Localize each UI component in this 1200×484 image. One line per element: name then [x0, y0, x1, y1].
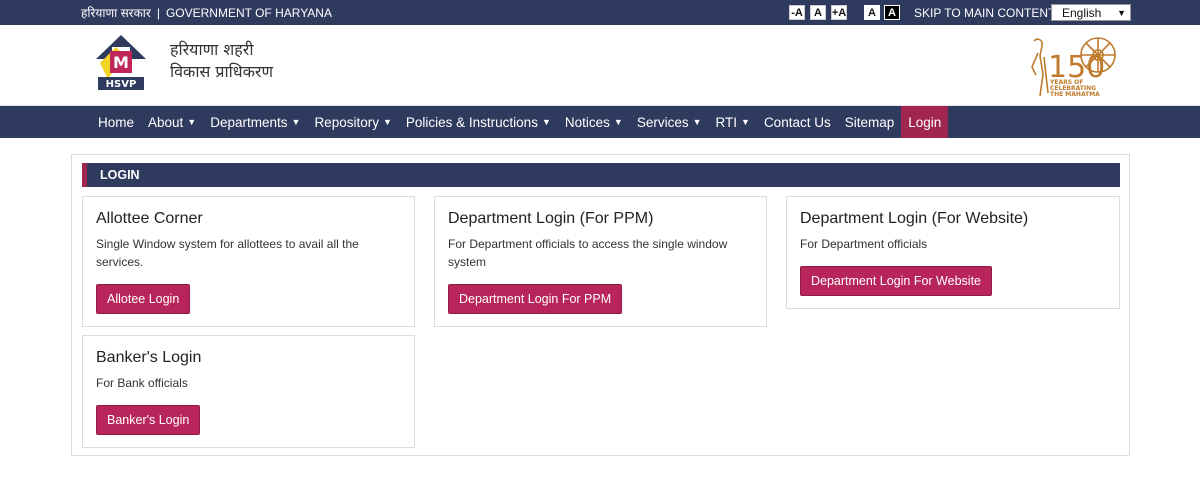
caret-down-icon: ▼: [692, 117, 702, 127]
accessibility-controls: -A A +A A A SKIP TO MAIN CONTENT: [789, 0, 1055, 25]
logo-abbr: HSVP: [106, 79, 137, 90]
site-header: M HSVP हरियाणा शहरी विकास प्राधिकरण 150 …: [0, 25, 1200, 106]
nav-item-repository[interactable]: Repository ▼: [307, 106, 398, 138]
allottee-corner-card: Allottee Corner Single Window system for…: [82, 196, 415, 327]
nav-item-notices[interactable]: Notices ▼: [558, 106, 630, 138]
allottee-login-button[interactable]: Allotee Login: [96, 284, 191, 314]
bankers-login-button[interactable]: Banker's Login: [96, 405, 201, 435]
nav-item-rti[interactable]: RTI ▼: [709, 106, 757, 138]
organization-name-line2: विकास प्राधिकरण: [170, 62, 274, 81]
card-description: For Bank officials: [96, 376, 188, 390]
english-government-label: GOVERNMENT OF HARYANA: [165, 5, 332, 20]
svg-text:THE MAHATMA: THE MAHATMA: [1050, 91, 1100, 98]
department-login-ppm-button[interactable]: Department Login For PPM: [448, 284, 623, 314]
department-ppm-card: Department Login (For PPM) For Departmen…: [434, 196, 767, 327]
nav-items: Home About ▼ Departments ▼ Repository ▼ Pol…: [91, 106, 949, 138]
caret-down-icon: ▼: [291, 117, 301, 127]
skip-to-main-content-link[interactable]: SKIP TO MAIN CONTENT: [914, 6, 1055, 20]
department-website-card: Department Login (For Website) For Depar…: [786, 196, 1120, 309]
organization-name: हरियाणा शहरी विकास प्राधिकरण: [170, 39, 273, 83]
card-description: Single Window system for allottees to av…: [96, 237, 359, 269]
nav-item-login[interactable]: Login: [901, 106, 949, 138]
nav-item-about[interactable]: About ▼: [141, 106, 203, 138]
card-title: Department Login (For PPM): [448, 210, 654, 227]
nav-item-home[interactable]: Home: [91, 106, 141, 138]
card-title: Allottee Corner: [96, 210, 203, 227]
nav-item-policies-instructions[interactable]: Policies & Instructions ▼: [399, 106, 558, 138]
chevron-down-icon: ▼: [1117, 7, 1126, 18]
light-contrast-button[interactable]: A: [864, 5, 880, 20]
nav-item-contact-us[interactable]: Contact Us: [757, 106, 838, 138]
organization-name-line1: हरियाणा शहरी: [170, 40, 254, 59]
nav-item-departments[interactable]: Departments ▼: [203, 106, 307, 138]
svg-text:M: M: [113, 53, 129, 72]
caret-down-icon: ▼: [382, 117, 392, 127]
caret-down-icon: ▼: [187, 117, 197, 127]
hsvp-logo-icon[interactable]: M HSVP: [94, 33, 149, 93]
government-label: हरियाणा सरकार | GOVERNMENT OF HARYANA: [81, 0, 332, 25]
hindi-government-label: हरियाणा सरकार: [81, 6, 151, 20]
card-description: For Department officials: [800, 237, 928, 251]
language-select[interactable]: English ▼: [1051, 4, 1131, 21]
language-selected-value: English: [1062, 5, 1102, 20]
nav-item-sitemap[interactable]: Sitemap: [838, 106, 902, 138]
caret-down-icon: ▼: [741, 117, 750, 127]
bankers-login-card: Banker's Login For Bank officials Banker…: [82, 335, 415, 448]
font-decrease-button[interactable]: -A: [789, 5, 805, 20]
top-utility-bar: हरियाणा सरकार | GOVERNMENT OF HARYANA -A…: [0, 0, 1200, 25]
card-title: Department Login (For Website): [800, 210, 1029, 227]
nav-item-services[interactable]: Services ▼: [630, 106, 709, 138]
caret-down-icon: ▼: [541, 117, 551, 127]
dark-contrast-button[interactable]: A: [884, 5, 900, 20]
caret-down-icon: ▼: [613, 117, 623, 127]
gandhi-150-logo-icon: 150 YEARS OF CELEBRATING THE MAHATMA: [1031, 37, 1116, 98]
separator: |: [156, 5, 160, 20]
font-reset-button[interactable]: A: [810, 5, 826, 20]
department-login-website-button[interactable]: Department Login For Website: [800, 266, 992, 296]
card-description: For Department officials to access the s…: [448, 237, 728, 269]
card-title: Banker's Login: [96, 349, 202, 366]
font-increase-button[interactable]: +A: [831, 5, 847, 20]
section-title: LOGIN: [82, 163, 1120, 187]
main-navigation: Home About ▼ Departments ▼ Repository ▼ Pol…: [0, 106, 1200, 138]
login-panel: LOGIN Allottee Corner Single Window syst…: [71, 154, 1130, 456]
